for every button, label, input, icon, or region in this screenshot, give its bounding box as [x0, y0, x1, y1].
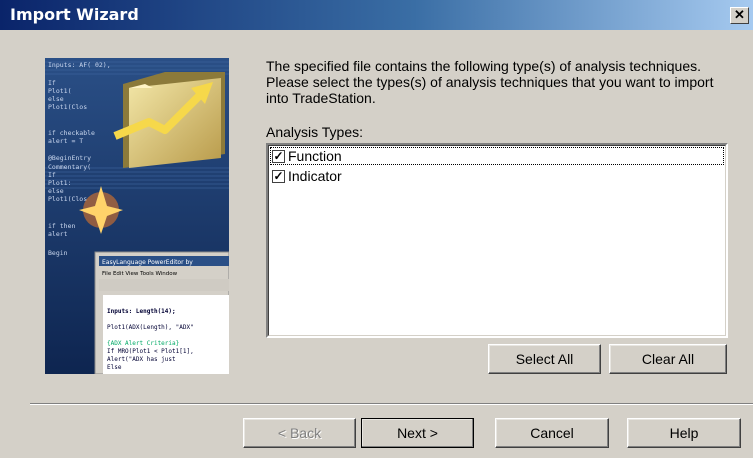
svg-text:If: If: [48, 171, 56, 179]
next-label: Next >: [397, 425, 438, 441]
svg-text:Inputs: AF( 02),: Inputs: AF( 02),: [48, 61, 111, 69]
select-all-label: Select All: [515, 351, 574, 367]
svg-text:if then: if then: [48, 222, 75, 230]
svg-text:Inputs: Length(14);: Inputs: Length(14);: [107, 308, 176, 315]
svg-text:else: else: [48, 187, 64, 195]
clear-all-button[interactable]: Clear All: [609, 344, 727, 374]
help-button[interactable]: Help: [627, 418, 741, 448]
intro-text: The specified file contains the followin…: [266, 58, 714, 106]
svg-text:If: If: [48, 79, 56, 87]
svg-text:Plot1(ADX(Length), "ADX": Plot1(ADX(Length), "ADX": [107, 324, 194, 331]
svg-text:{ADX Alert Criteria}: {ADX Alert Criteria}: [107, 340, 179, 347]
list-item-label: Indicator: [288, 168, 342, 184]
clear-all-label: Clear All: [641, 351, 695, 367]
indicator-checkbox[interactable]: ✓: [272, 169, 285, 183]
cancel-button[interactable]: Cancel: [495, 418, 609, 448]
wizard-illustration: Inputs: AF( 02), If Plot1( else Plot1(Cl…: [45, 58, 229, 374]
svg-text:@BeginEntry: @BeginEntry: [48, 154, 91, 162]
back-label: < Back: [277, 425, 322, 441]
svg-text:alert = T: alert = T: [48, 137, 83, 145]
close-button[interactable]: ✕: [730, 7, 749, 24]
svg-text:alert: alert: [48, 230, 68, 238]
svg-text:If MRO(Plot1 < Plot1[1],: If MRO(Plot1 < Plot1[1],: [107, 348, 194, 355]
cancel-label: Cancel: [530, 425, 574, 441]
list-item-function[interactable]: ✓ Function: [269, 146, 725, 166]
svg-text:Begin: Begin: [48, 249, 68, 257]
analysis-types-list[interactable]: ✓ Function ✓ Indicator: [266, 143, 728, 338]
footer-separator: [30, 403, 753, 405]
analysis-types-label: Analysis Types:: [266, 124, 364, 140]
svg-text:Plot1(Clos: Plot1(Clos: [48, 103, 87, 111]
svg-text:Plot1:: Plot1:: [48, 179, 71, 187]
svg-text:if checkable: if checkable: [48, 129, 95, 137]
help-label: Help: [669, 425, 699, 441]
back-button[interactable]: < Back: [243, 418, 356, 448]
svg-text:Commentary(: Commentary(: [48, 163, 91, 171]
list-item-indicator[interactable]: ✓ Indicator: [269, 166, 725, 186]
svg-text:Alert("ADX has just: Alert("ADX has just: [107, 356, 176, 363]
svg-text:File Edit View Tools Windo: File Edit View Tools Window: [102, 271, 178, 277]
function-checkbox[interactable]: ✓: [272, 149, 285, 163]
next-button[interactable]: Next >: [361, 418, 474, 448]
svg-text:else: else: [48, 95, 64, 103]
title-bar: Import Wizard ✕: [0, 0, 753, 30]
svg-text:Plot1(: Plot1(: [48, 87, 71, 95]
svg-text:Plot1(Clos: Plot1(Clos: [48, 195, 87, 203]
window-title: Import Wizard: [10, 5, 139, 24]
svg-text:Else: Else: [107, 364, 122, 371]
select-all-button[interactable]: Select All: [488, 344, 601, 374]
svg-text:EasyLanguage PowerEditor by: EasyLanguage PowerEditor by: [102, 259, 193, 266]
import-wizard-dialog: Import Wizard ✕ Inputs: AF(02), If Plot…: [0, 0, 753, 458]
wizard-illustration-graphic: Inputs: AF( 02), If Plot1( else Plot1(Cl…: [45, 58, 229, 374]
list-item-label: Function: [288, 148, 342, 164]
